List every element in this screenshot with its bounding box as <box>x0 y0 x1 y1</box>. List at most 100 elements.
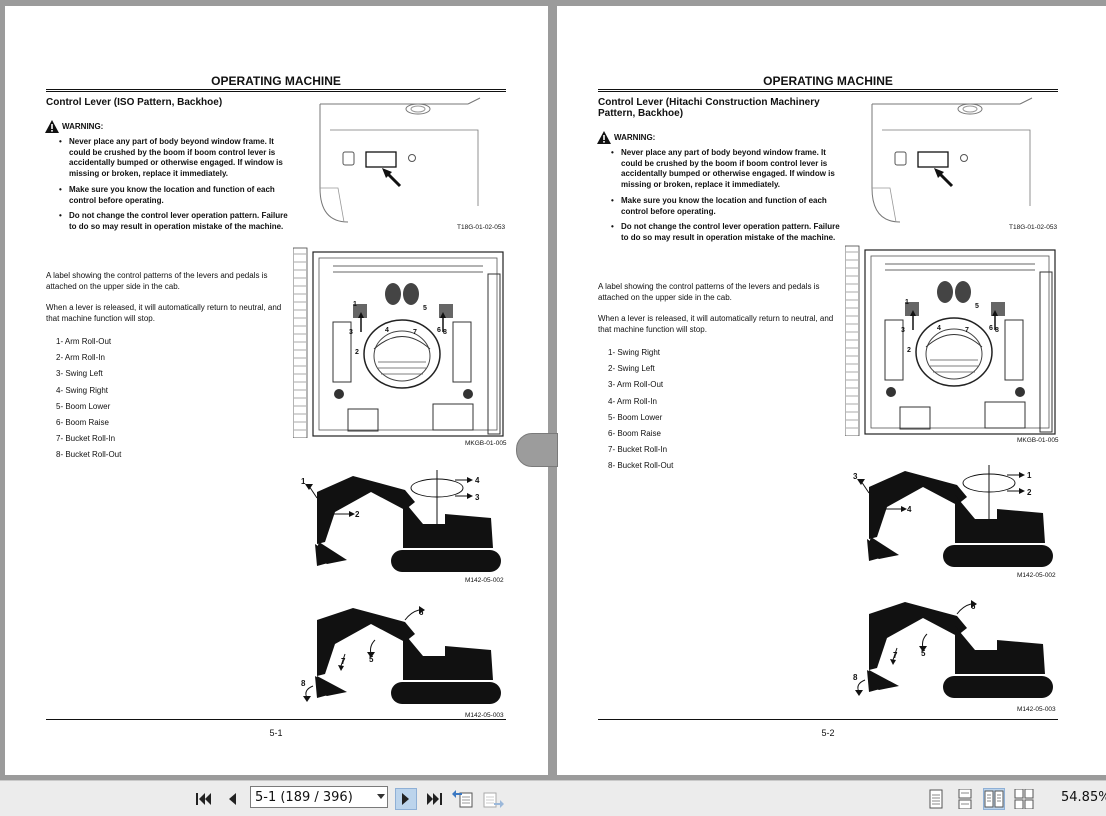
fig-label: 1 <box>1027 471 1032 480</box>
previous-page-button[interactable] <box>221 788 243 810</box>
fig-label: 1 <box>353 301 357 308</box>
go-back-button[interactable] <box>452 788 474 810</box>
fig-label: 1 <box>905 299 909 306</box>
last-page-button[interactable] <box>423 788 445 810</box>
operation-list: 1- Arm Roll-Out 2- Arm Roll-In 3- Swing … <box>56 334 121 464</box>
cab-window-label-figure <box>319 97 481 223</box>
warning-item: Never place any part of body beyond wind… <box>609 148 841 191</box>
fig-label: 7 <box>893 651 898 660</box>
single-page-view-button[interactable] <box>925 788 947 810</box>
operation-item: 6- Boom Raise <box>608 428 661 438</box>
warning-item: Never place any part of body beyond wind… <box>57 137 289 180</box>
page-number: 5-1 <box>269 728 283 738</box>
excavator-boom-bucket-figure: 5 6 7 8 <box>853 600 1053 698</box>
figure-code: M142-05-002 <box>465 577 504 584</box>
operation-item: 4- Arm Roll-In <box>608 396 657 406</box>
continuous-icon <box>958 789 972 809</box>
fig-label: 2 <box>355 349 359 356</box>
footer-rule <box>598 719 1058 720</box>
fig-label: 8 <box>995 327 999 334</box>
go-back-icon <box>452 790 473 808</box>
excavator-arm-swing-figure: 3 4 1 2 <box>853 465 1053 567</box>
warning-label: WARNING: <box>614 133 656 142</box>
operation-item: 4- Swing Right <box>56 385 109 395</box>
cab-top-view-figure: 3 2 1 4 5 6 7 8 <box>845 245 1056 436</box>
fig-label: 5 <box>975 303 979 310</box>
next-page-button[interactable] <box>395 788 417 810</box>
fig-label: 3 <box>853 472 858 481</box>
fig-label: 1 <box>301 477 306 486</box>
fig-label: 6 <box>989 325 993 332</box>
fig-label: 2 <box>907 347 911 354</box>
chevron-down-icon[interactable] <box>377 794 385 799</box>
figure-code: MKGB-01-005 <box>465 440 507 447</box>
section-title: Control Lever (ISO Pattern, Backhoe) <box>46 97 223 108</box>
continuous-facing-icon <box>1014 789 1034 809</box>
prev-page-icon <box>229 793 236 805</box>
operation-item: 2- Swing Left <box>608 364 655 374</box>
warning-list: Never place any part of body beyond wind… <box>609 148 841 249</box>
page-header: OPERATING MACHINE <box>763 74 893 88</box>
go-forward-button[interactable] <box>482 788 504 810</box>
go-forward-icon <box>483 792 504 808</box>
next-page-icon <box>402 793 409 805</box>
facing-view-button[interactable] <box>983 788 1005 810</box>
paragraph-label-info: A label showing the control patterns of … <box>598 282 820 302</box>
cab-window-label-figure <box>871 97 1033 223</box>
excavator-boom-bucket-figure: 5 6 7 8 <box>301 606 501 704</box>
page-number-value: 5-1 (189 / 396) <box>255 790 353 805</box>
fig-label: 3 <box>349 329 353 336</box>
page-header: OPERATING MACHINE <box>211 74 341 88</box>
fig-label: 8 <box>853 673 858 682</box>
operation-item: 5- Boom Lower <box>56 401 111 411</box>
warning-triangle-icon <box>45 120 59 133</box>
document-page-right: OPERATING MACHINE Control Lever (Hitachi… <box>557 6 1106 775</box>
warning-heading: WARNING: <box>45 120 103 133</box>
page-scroll-handle[interactable] <box>516 433 558 467</box>
figure-code: M142-05-003 <box>1017 706 1056 713</box>
fig-label: 3 <box>901 327 905 334</box>
figure-code: M142-05-003 <box>465 712 504 719</box>
page-number: 5-2 <box>821 728 835 738</box>
warning-item: Do not change the control lever operatio… <box>609 222 841 243</box>
fig-label: 3 <box>475 493 480 502</box>
footer-rule <box>46 719 506 720</box>
operation-item: 3- Swing Left <box>56 369 103 379</box>
fig-label: 4 <box>385 327 389 334</box>
excavator-arm-swing-figure: 1 2 3 4 <box>301 470 501 572</box>
operation-item: 1- Swing Right <box>608 348 661 357</box>
continuous-facing-view-button[interactable] <box>1013 788 1035 810</box>
paragraph-label-info: A label showing the control patterns of … <box>46 271 268 291</box>
operation-item: 6- Boom Raise <box>56 417 109 427</box>
operation-item: 7- Bucket Roll-In <box>608 445 668 455</box>
fig-label: 2 <box>355 510 360 519</box>
paragraph-lever-neutral: When a lever is released, it will automa… <box>46 303 282 323</box>
operation-item: 8- Bucket Roll-Out <box>608 461 674 471</box>
facing-icon <box>984 790 1004 808</box>
continuous-view-button[interactable] <box>954 788 976 810</box>
warning-heading: WARNING: <box>597 131 655 144</box>
fig-label: 8 <box>301 679 306 688</box>
header-rule <box>598 89 1058 92</box>
single-page-icon <box>929 789 943 809</box>
paragraph-lever-neutral: When a lever is released, it will automa… <box>598 314 834 334</box>
fig-label: 2 <box>1027 488 1032 497</box>
figure-code: T18G-01-02-053 <box>457 224 506 231</box>
operation-list: 1- Swing Right 2- Swing Left 3- Arm Roll… <box>608 345 673 475</box>
fig-label: 7 <box>413 329 417 336</box>
fig-label: 6 <box>419 608 424 617</box>
warning-triangle-icon <box>597 131 611 144</box>
warning-item: Do not change the control lever operatio… <box>57 211 289 232</box>
header-rule <box>46 89 506 92</box>
page-number-select[interactable]: 5-1 (189 / 396) <box>250 786 388 808</box>
fig-label: 7 <box>341 657 346 666</box>
figure-code: T18G-01-02-053 <box>1009 224 1058 231</box>
fig-label: 4 <box>475 476 480 485</box>
first-page-button[interactable] <box>193 788 215 810</box>
operation-item: 3- Arm Roll-Out <box>608 380 664 390</box>
operation-item: 5- Boom Lower <box>608 412 663 422</box>
fig-label: 6 <box>971 602 976 611</box>
zoom-level[interactable]: 54.85% <box>1061 790 1106 805</box>
warning-list: Never place any part of body beyond wind… <box>57 137 289 238</box>
figure-code: M142-05-002 <box>1017 572 1056 579</box>
